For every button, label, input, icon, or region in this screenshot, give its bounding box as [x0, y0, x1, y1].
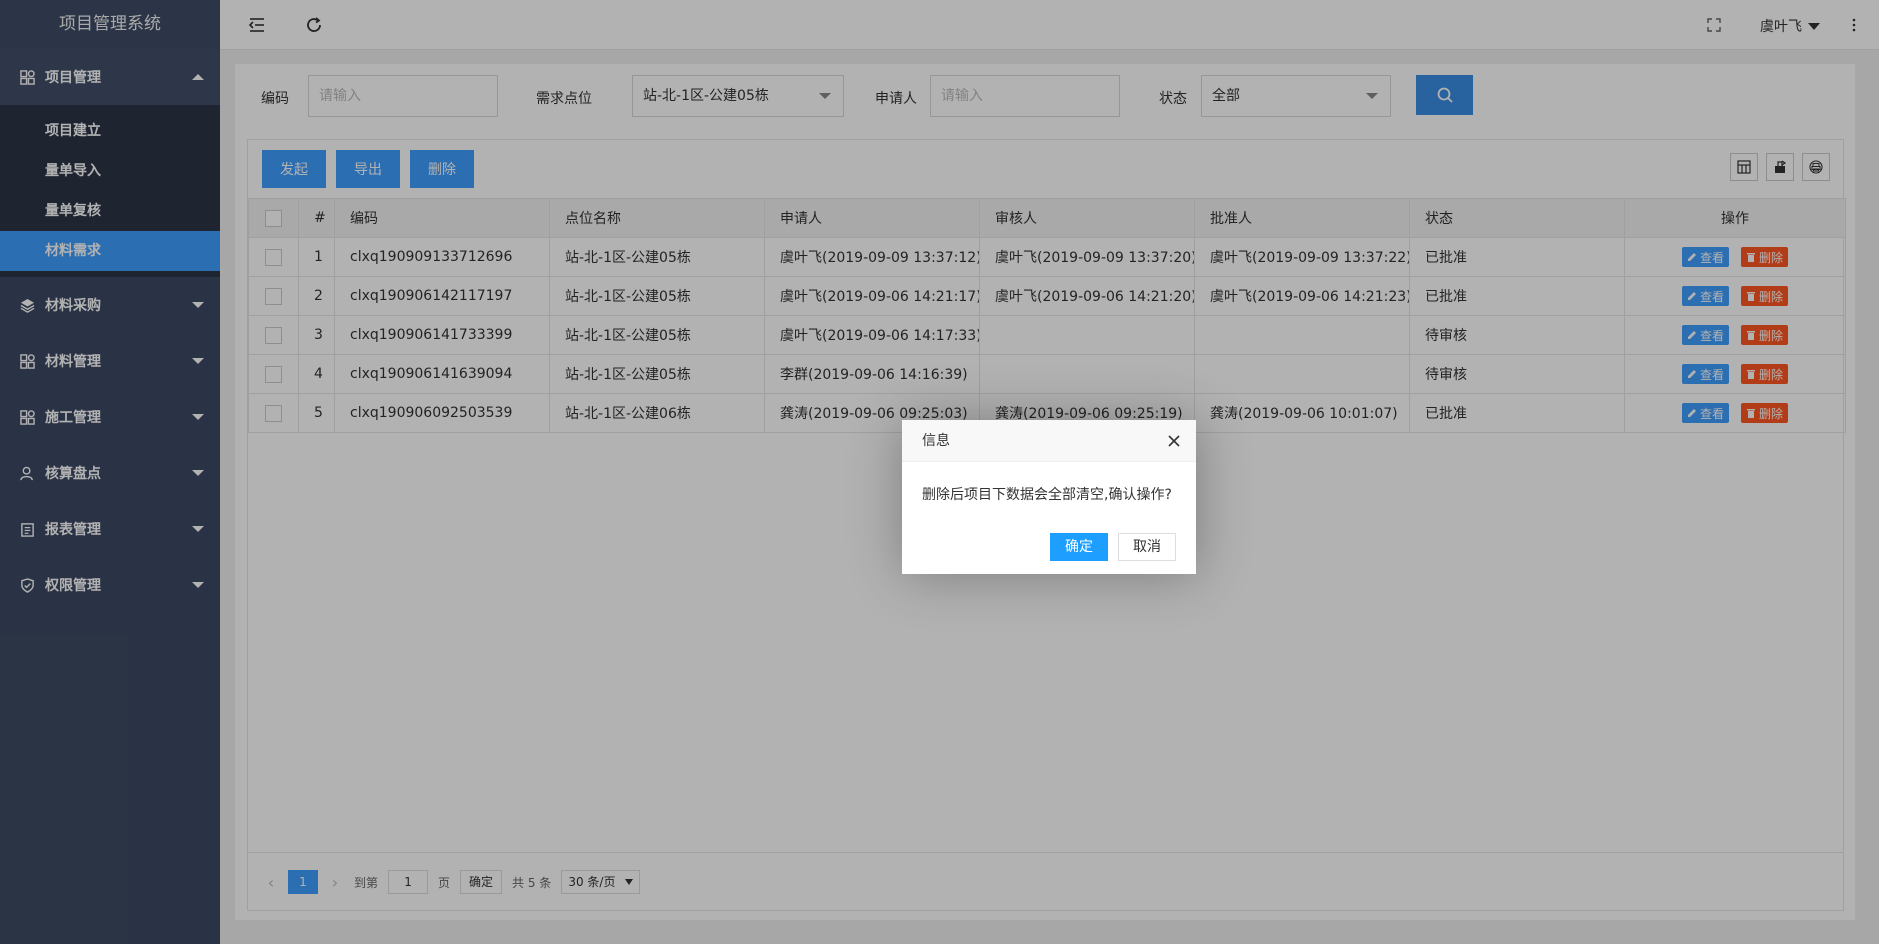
dialog-title: 信息	[922, 433, 950, 449]
confirm-dialog: 信息 删除后项目下数据会全部清空,确认操作? 确定 取消	[902, 420, 1196, 574]
dialog-ok-button[interactable]: 确定	[1050, 533, 1108, 561]
close-icon[interactable]	[1166, 433, 1182, 449]
dialog-cancel-button[interactable]: 取消	[1118, 533, 1176, 561]
dialog-message: 删除后项目下数据会全部清空,确认操作?	[922, 487, 1172, 503]
dialog-buttons: 确定 取消	[1040, 533, 1176, 561]
dialog-title-bar: 信息	[902, 420, 1196, 462]
